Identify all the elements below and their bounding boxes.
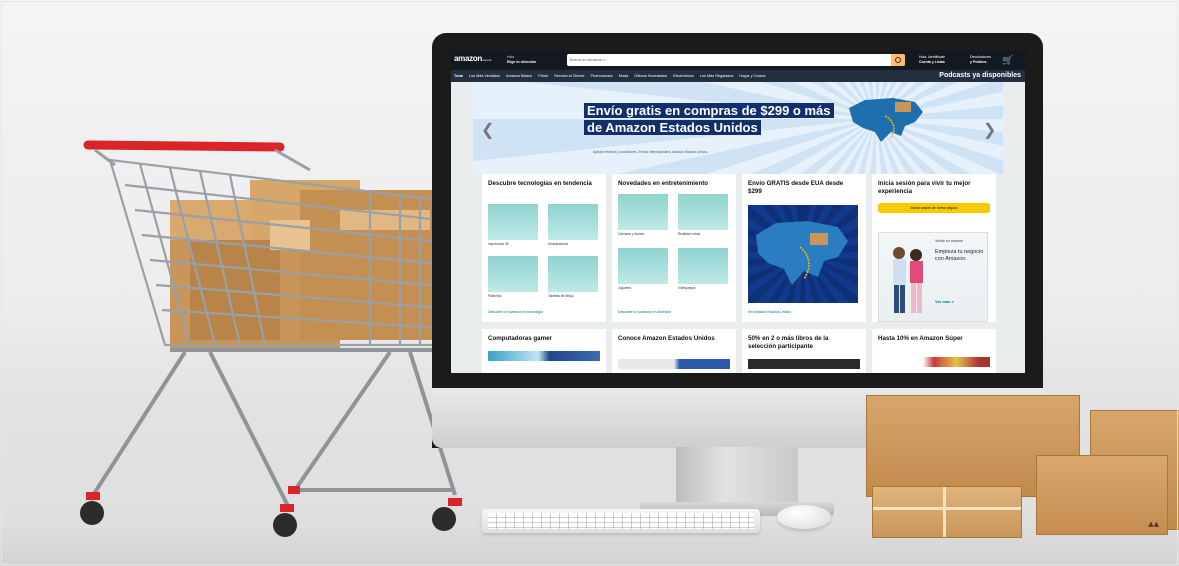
- shopping-cart-illustration: [80, 140, 462, 537]
- hero-banner[interactable]: ❮ Envío gratis en compras de $299 o más …: [473, 82, 1003, 174]
- keyboard: [482, 509, 760, 533]
- card-title: Inicia sesión para vivir tu mejor experi…: [878, 180, 971, 195]
- nav-item[interactable]: Los Más Regalados: [700, 74, 734, 78]
- cardboard-box-front: ▲▲: [1036, 455, 1168, 535]
- sign-in-button[interactable]: Iniciar sesión de forma segura: [878, 203, 990, 213]
- nav-item[interactable]: Prime: [538, 74, 548, 78]
- card-title: Envío GRATIS desde EUA desde $299: [748, 180, 844, 195]
- account-menu[interactable]: Hola, identifícate Cuenta y Listas: [919, 55, 965, 65]
- card-sign-in[interactable]: Inicia sesión para vivir tu mejor experi…: [872, 174, 996, 322]
- amazon-header: amazon.com.mx Hola Elige tu dirección Bu…: [451, 51, 1025, 70]
- nav-item[interactable]: Últimos Novedades: [634, 74, 667, 78]
- card-amazon-super[interactable]: Hasta 10% en Amazon Súper: [872, 329, 996, 373]
- nav-item[interactable]: Promociones: [591, 74, 613, 78]
- card-tech-trends[interactable]: Descubre tecnologías en tendencia Impres…: [482, 174, 606, 322]
- photo-background: amazon.com.mx Hola Elige tu dirección Bu…: [0, 0, 1179, 566]
- mouse: [777, 505, 831, 529]
- chevron-right-icon[interactable]: ❯: [983, 120, 996, 140]
- card-title: Descubre tecnologías en tendencia: [488, 180, 592, 187]
- cart-wheels: [80, 486, 462, 537]
- hero-fine-print: Aplican términos y condiciones. Envíos i…: [593, 150, 708, 154]
- vr-headset-tile[interactable]: [678, 194, 728, 230]
- orders-link[interactable]: Devoluciones y Pedidos: [970, 55, 998, 65]
- amazon-logo[interactable]: amazon.com.mx: [454, 54, 492, 63]
- cardboard-box-small-tied: [872, 486, 1022, 538]
- usa-map-icon: [756, 221, 848, 285]
- amazon-nav: Todo Los Más Vendidos Amazon Basics Prime Se…: [451, 70, 1025, 82]
- nav-podcast-promo[interactable]: Podcasts ya disponibles: [939, 72, 1021, 79]
- toy-robot-tile[interactable]: [618, 248, 668, 284]
- search-button[interactable]: [891, 54, 905, 66]
- nav-item[interactable]: Hogar y Cocina: [739, 74, 765, 78]
- videogame-tile[interactable]: [678, 248, 728, 284]
- card-books-promo[interactable]: 50% en 2 o más libros de la selección pa…: [742, 329, 866, 373]
- nav-item[interactable]: Todo: [454, 74, 463, 78]
- monitor-stand-neck: [676, 447, 798, 507]
- nav-item[interactable]: Los Más Vendidos: [469, 74, 500, 78]
- drawing-tablet-tile[interactable]: [548, 256, 598, 292]
- card-link[interactable]: Ver Amazon Estados Unidos: [748, 310, 791, 314]
- card-link[interactable]: Descubre lo novedoso en diversión: [618, 310, 671, 314]
- card-gaming-computers[interactable]: Computadoras gamer: [482, 329, 606, 373]
- chevron-left-icon[interactable]: ❮: [481, 120, 494, 140]
- usa-map-image[interactable]: [748, 205, 858, 303]
- card-link[interactable]: Descubre lo novedoso en tecnología: [488, 310, 543, 314]
- nav-item[interactable]: Amazon Basics: [506, 74, 532, 78]
- monitor-screen: amazon.com.mx Hola Elige tu dirección Bu…: [451, 51, 1025, 373]
- scooter-tile[interactable]: [488, 256, 538, 292]
- deliver-to[interactable]: Hola Elige tu dirección: [507, 55, 563, 65]
- 3d-printer-tile[interactable]: [488, 204, 538, 240]
- usa-map-icon: [849, 98, 923, 142]
- cart-icon[interactable]: 🛒: [1002, 55, 1020, 65]
- card-free-shipping[interactable]: Envío GRATIS desde EUA desde $299 Ver Am…: [742, 174, 866, 322]
- card-amazon-usa[interactable]: Conoce Amazon Estados Unidos: [612, 329, 736, 373]
- sell-on-amazon-ad[interactable]: Vende en amazon Empieza tu negocio con A…: [878, 232, 988, 322]
- nav-item[interactable]: Servicio al Cliente: [554, 74, 584, 78]
- search-icon: [895, 57, 901, 63]
- hero-title: Envío gratis en compras de $299 o más de…: [584, 102, 834, 136]
- fragile-icon: ▲▲: [1148, 520, 1159, 528]
- card-title: Novedades en entretenimiento: [618, 180, 709, 187]
- cart-handle: [83, 140, 285, 152]
- search-bar[interactable]: Busca en Amazon.c: [567, 54, 905, 66]
- card-entertainment[interactable]: Novedades en entretenimiento Cámaras y d…: [612, 174, 736, 322]
- smartwatch-tile[interactable]: [548, 204, 598, 240]
- nav-item[interactable]: Moda: [619, 74, 629, 78]
- nav-item[interactable]: Electrónicos: [673, 74, 694, 78]
- search-input[interactable]: Busca en Amazon.c: [570, 57, 605, 62]
- couple-photo: [893, 247, 923, 313]
- drone-tile[interactable]: [618, 194, 668, 230]
- cart-frame: [88, 348, 457, 511]
